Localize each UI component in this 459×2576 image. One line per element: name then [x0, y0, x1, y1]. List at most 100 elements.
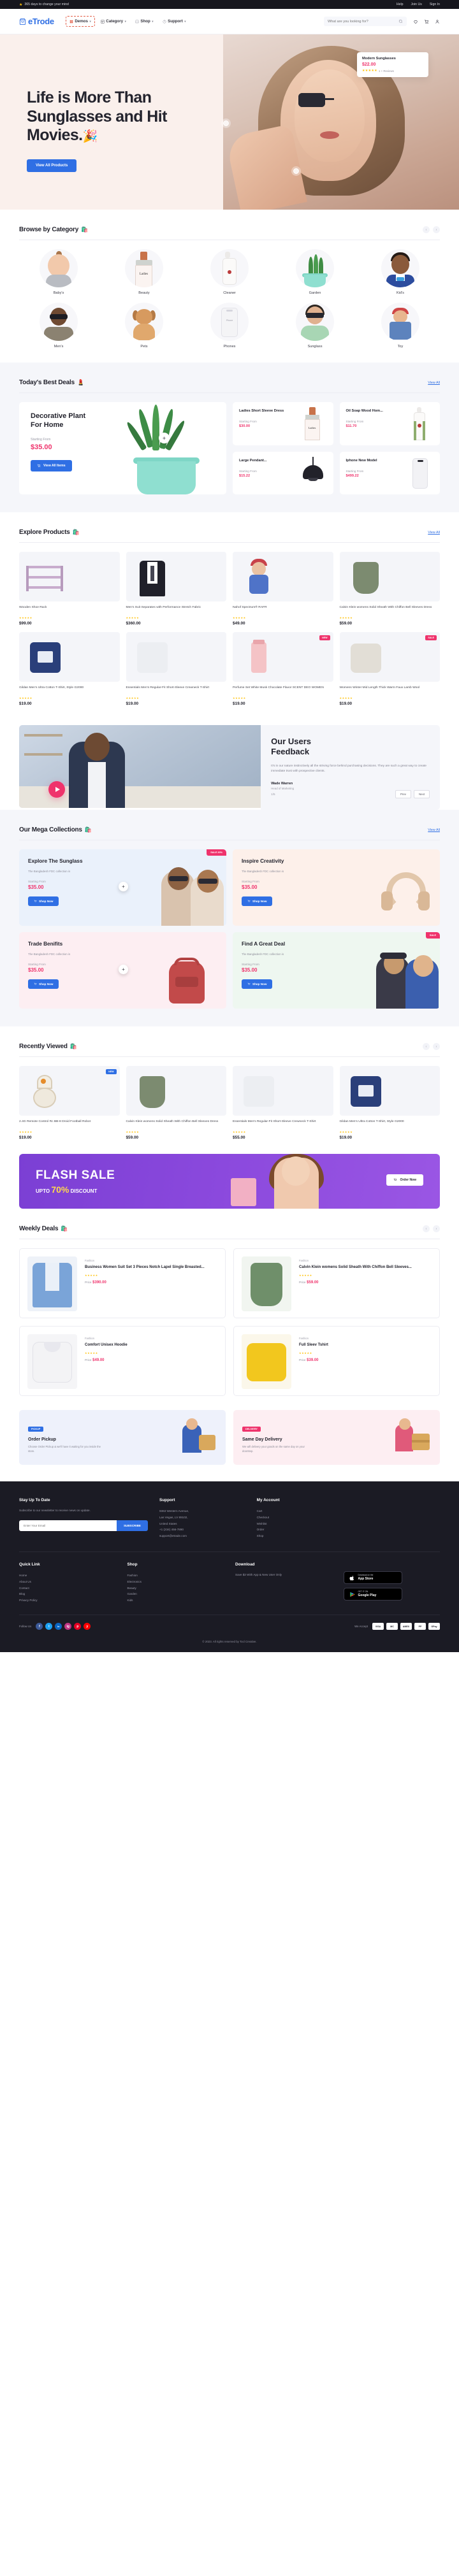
footer-shop-fashion[interactable]: Fashion: [127, 1572, 224, 1579]
view-all-items-button[interactable]: View All Items: [31, 459, 72, 471]
product-card[interactable]: NEW Perfume Set White Musk Chocolate Fla…: [233, 632, 333, 706]
weekly-deal-card[interactable]: Fashion Calvin Klein womens Solid Sheath…: [233, 1248, 440, 1319]
pinterest-icon[interactable]: p: [74, 1623, 82, 1630]
shop-now-button[interactable]: Shop Now: [28, 979, 59, 989]
weekly-prev-button[interactable]: ‹: [423, 1225, 430, 1233]
app-store-button[interactable]: Download on the App Store: [343, 1571, 402, 1585]
weekly-deal-card[interactable]: Fashion Comfort Unisex Hoodie ★★★★★ Pric…: [19, 1326, 226, 1397]
product-card[interactable]: Essentials Men's Regular-Fit Short-Sleev…: [233, 1066, 333, 1140]
feedback-next-button[interactable]: Next: [413, 790, 430, 799]
product-card[interactable]: Wooden Shoe Rack ★★★★★ $99.00: [19, 552, 120, 626]
twitter-icon[interactable]: t: [45, 1623, 53, 1630]
category-item-babys[interactable]: Baby's: [19, 249, 98, 295]
product-card[interactable]: Men's Suit Separates with Performance St…: [126, 552, 226, 626]
category-item-pets[interactable]: Pets: [105, 303, 184, 349]
product-card[interactable]: SALE Womens Winter Mid Length Thick Warm…: [339, 632, 440, 706]
mega-view-all[interactable]: View All: [428, 828, 440, 832]
linkedin-icon[interactable]: in: [55, 1623, 62, 1630]
footer-link-order[interactable]: Order: [257, 1527, 343, 1533]
footer-link-checkout[interactable]: Checkout: [257, 1515, 343, 1521]
product-card[interactable]: NEW 2.4G Remote Control Rc BB-8 Droid Fo…: [19, 1066, 120, 1140]
footer-link-wishlist[interactable]: Wishlist: [257, 1521, 343, 1527]
mega-card-greatdeal[interactable]: SALE Find A Great Deal The Bangladesh FD…: [233, 932, 440, 1009]
hero-product-card[interactable]: Modern Sunglasses $22.00 ★★★★★ 1 + Revie…: [357, 52, 428, 77]
deal-card[interactable]: Oil Soap Wood Hom... Starting From $11.7…: [339, 402, 440, 445]
search-input[interactable]: [328, 19, 398, 24]
category-next-button[interactable]: ›: [433, 226, 440, 233]
product-card[interactable]: Nahof Spectrum® RAFR ★★★★★ $49.00: [233, 552, 333, 626]
weekly-deal-card[interactable]: Fashion Business Women Suit Set 3 Pieces…: [19, 1248, 226, 1319]
mega-card-sunglass[interactable]: SALE 20% Explore The Sunglass The Bangla…: [19, 849, 226, 926]
order-now-button[interactable]: Order Now: [386, 1174, 423, 1186]
promo-card-delivery[interactable]: DELIVERY Same Day Delivery We will deliv…: [233, 1410, 440, 1465]
weekly-deal-card[interactable]: Fashion Full Sleev Tshirt ★★★★★ Price $3…: [233, 1326, 440, 1397]
shop-now-button[interactable]: Shop Now: [242, 896, 273, 907]
wishlist-icon[interactable]: [413, 19, 418, 24]
weekly-next-button[interactable]: ›: [433, 1225, 440, 1233]
feedback-video[interactable]: [19, 725, 261, 808]
category-item-kids[interactable]: Kid's: [361, 249, 440, 295]
footer-shop-kids[interactable]: Kids: [127, 1597, 224, 1604]
footer-shop-garden[interactable]: Garden: [127, 1591, 224, 1597]
category-prev-button[interactable]: ‹: [423, 226, 430, 233]
product-card[interactable]: Gildan Men's Ultra Cotton T-Shirt, Style…: [19, 632, 120, 706]
facebook-icon[interactable]: f: [36, 1623, 43, 1630]
product-card[interactable]: Calvin Klein womens Solid Sheath With Ch…: [126, 1066, 226, 1140]
search-box[interactable]: [324, 17, 407, 26]
nav-item-support[interactable]: Support ▾: [159, 17, 189, 26]
nav-item-demos[interactable]: Demos ▾: [65, 16, 95, 27]
deal-card[interactable]: Ladies Short Sleeve Dress Starting From …: [233, 402, 333, 445]
mega-card-creativity[interactable]: Inspire Creativity The Bangladesh FDC co…: [233, 849, 440, 926]
instagram-icon[interactable]: ig: [64, 1623, 72, 1630]
category-item-phones[interactable]: Phone Phones: [190, 303, 269, 349]
newsletter-subscribe-button[interactable]: SUBSCRIBE: [116, 1520, 148, 1531]
sign-in-link[interactable]: Sign In: [430, 3, 440, 6]
footer-link-privacy[interactable]: Privacy Policy: [19, 1597, 116, 1604]
footer-link-blog[interactable]: Blog: [19, 1591, 116, 1597]
category-item-sunglass[interactable]: Sunglass: [275, 303, 354, 349]
logo[interactable]: eTrode: [19, 17, 54, 26]
category-item-mens[interactable]: Men's: [19, 303, 98, 349]
featured-deal-card[interactable]: Decorative Plant For Home Starting From …: [19, 402, 226, 494]
deal-card[interactable]: Iphone New Model Starting From $499.22: [339, 451, 440, 494]
nav-item-shop[interactable]: Shop ▾: [132, 17, 157, 26]
category-item-toy[interactable]: Toy: [361, 303, 440, 349]
google-play-button[interactable]: GET IT ON Google Play: [343, 1588, 402, 1601]
nav-item-category[interactable]: Category ▾: [98, 17, 129, 26]
shop-now-button[interactable]: Shop Now: [242, 979, 273, 989]
shop-now-button[interactable]: Shop Now: [28, 896, 59, 907]
account-icon[interactable]: [435, 19, 440, 24]
newsletter-email-input[interactable]: [19, 1520, 117, 1531]
hero-hotspot-2[interactable]: [293, 168, 299, 174]
footer-link-contact[interactable]: Contact: [19, 1585, 116, 1592]
add-to-cart-plus-button[interactable]: +: [119, 881, 128, 891]
flash-sale-banner[interactable]: FLASH SALE UPTO 70% DISCOUNT Order Now: [19, 1154, 440, 1209]
cart-icon[interactable]: [424, 19, 429, 24]
footer-shop-electronics[interactable]: Electronics: [127, 1579, 224, 1585]
recent-next-button[interactable]: ›: [433, 1043, 440, 1051]
view-all-products-button[interactable]: View All Products: [27, 159, 77, 172]
footer-shop-beauty[interactable]: Beauty: [127, 1585, 224, 1592]
add-to-cart-plus-button[interactable]: +: [159, 433, 170, 443]
join-us-link[interactable]: Join Us: [411, 3, 422, 6]
footer-phone[interactable]: +1 (234) 456-7890: [159, 1527, 245, 1533]
deal-card[interactable]: Large Pendant... Starting From $15.22: [233, 451, 333, 494]
category-item-garden[interactable]: Garden: [275, 249, 354, 295]
category-item-beauty[interactable]: Ladies Beauty: [105, 249, 184, 295]
hero-hotspot-1[interactable]: [223, 120, 229, 126]
product-card[interactable]: Essentials Men's Regular-Fit Short-Sleev…: [126, 632, 226, 706]
mega-card-trade[interactable]: Trade Benifits The Bangladesh FDC collec…: [19, 932, 226, 1009]
category-item-cleaner[interactable]: Cleaner: [190, 249, 269, 295]
promo-card-pickup[interactable]: PICKUP Order Pickup Choose Order Pickup …: [19, 1410, 226, 1465]
footer-link-home[interactable]: Home: [19, 1572, 116, 1579]
product-card[interactable]: Gildan Men's Ultra Cotton T-Shirt, Style…: [339, 1066, 440, 1140]
feedback-prev-button[interactable]: Prev: [395, 790, 411, 799]
footer-link-about[interactable]: About Us: [19, 1579, 116, 1585]
play-button-icon[interactable]: [48, 781, 65, 798]
search-icon[interactable]: [398, 19, 403, 24]
add-to-cart-plus-button[interactable]: +: [119, 964, 128, 974]
help-link[interactable]: Help: [397, 3, 404, 6]
explore-view-all[interactable]: View All: [428, 531, 440, 535]
footer-link-shop[interactable]: Shop: [257, 1533, 343, 1539]
recent-prev-button[interactable]: ‹: [423, 1043, 430, 1051]
